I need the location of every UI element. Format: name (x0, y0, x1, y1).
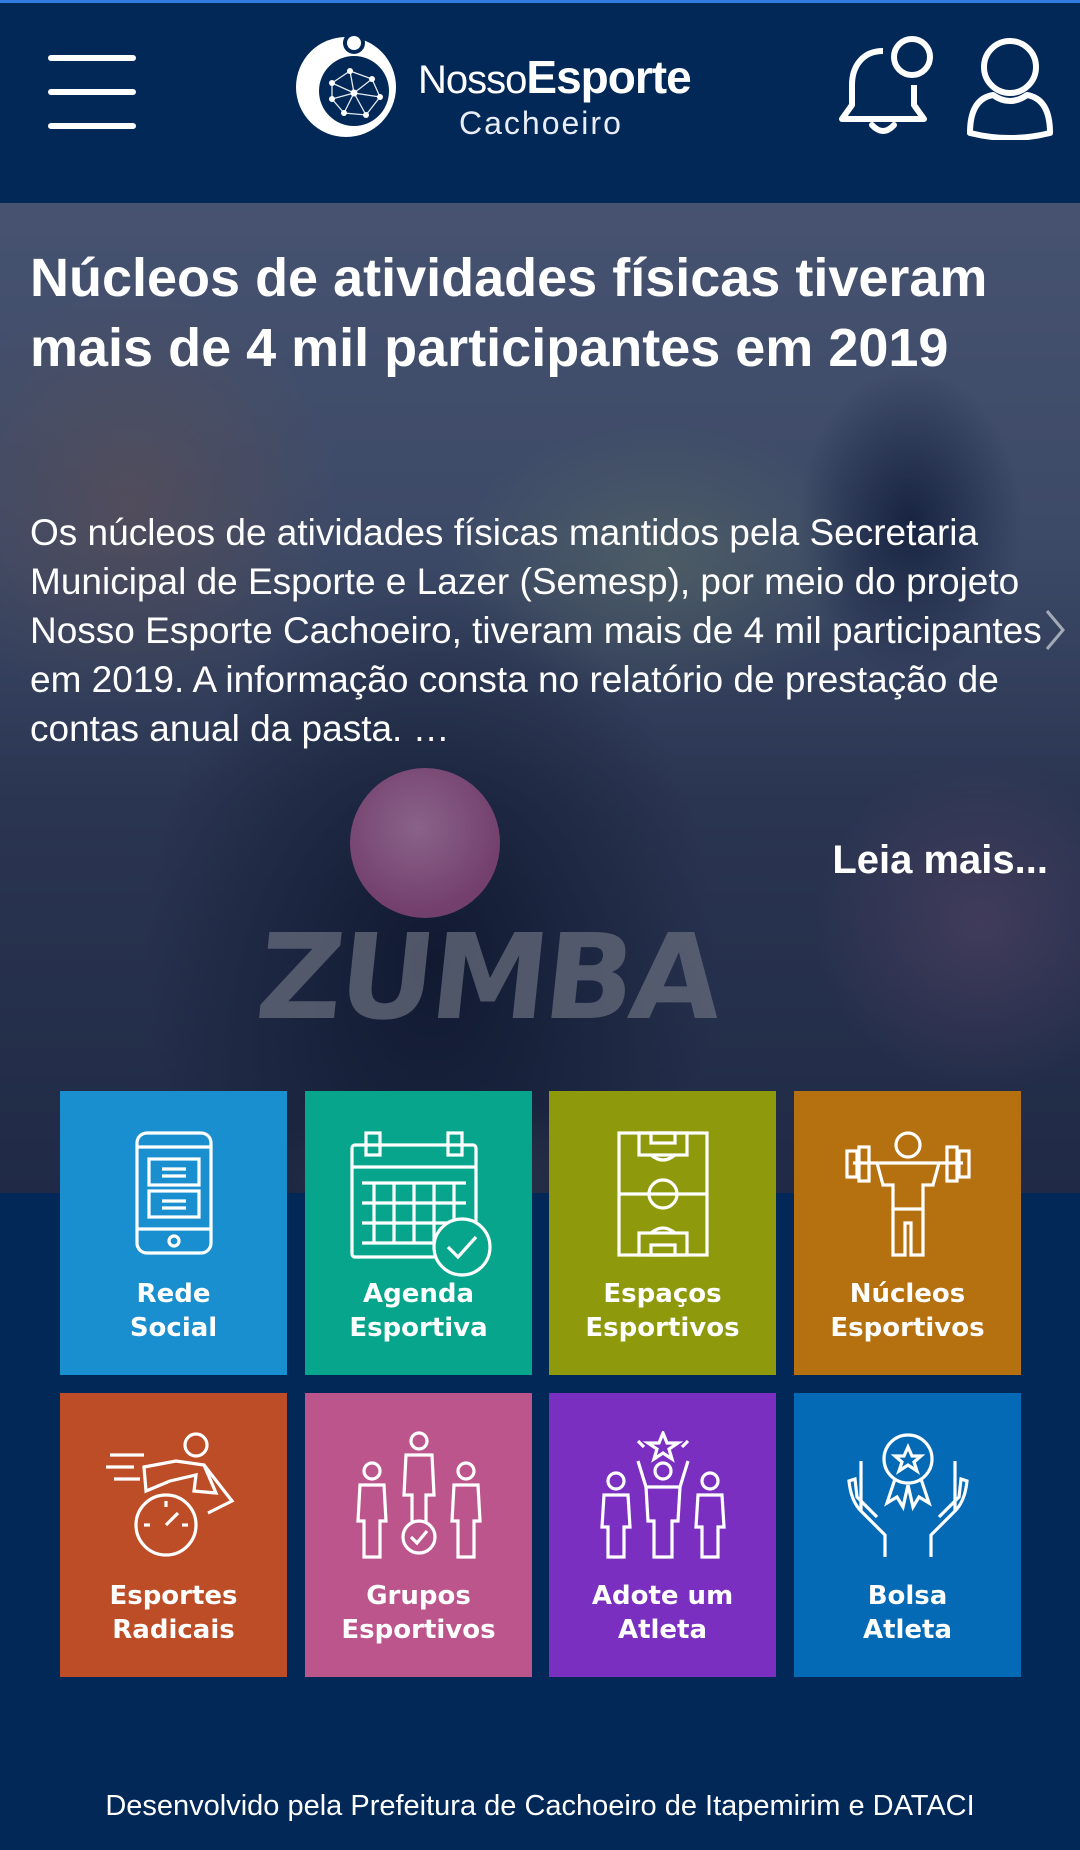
read-more-link[interactable]: Leia mais... (832, 838, 1048, 883)
tile-bolsa-atleta[interactable]: Bolsa Atleta (794, 1393, 1021, 1677)
tile-label: Grupos Esportivos (341, 1581, 496, 1645)
news-summary: Os núcleos de atividades físicas mantido… (30, 512, 1042, 749)
user-icon[interactable] (965, 35, 1055, 140)
footer-credits: Desenvolvido pela Prefeitura de Cachoeir… (105, 1790, 975, 1822)
news-title: Núcleos de atividades físicas tiveram ma… (30, 248, 988, 378)
logo-globe-icon (296, 32, 396, 137)
tile-label: Agenda Esportiva (349, 1279, 488, 1343)
tile-label: Bolsa Atleta (862, 1581, 953, 1645)
logo-word-nosso: Nosso (418, 58, 527, 102)
tile-label: Rede Social (129, 1279, 218, 1343)
tile-grupos-esportivos[interactable]: Grupos Esportivos (305, 1393, 532, 1677)
bell-icon[interactable] (838, 33, 938, 138)
tile-label: Núcleos Esportivos (830, 1279, 985, 1343)
tile-label: Espaços Esportivos (585, 1279, 740, 1343)
app-logo[interactable]: NossoEsporte Cachoeiro (292, 31, 692, 146)
logo-wordmark: NossoEsporte Cachoeiro (418, 51, 692, 141)
tile-adote-um-atleta[interactable]: Adote um Atleta (549, 1393, 776, 1677)
news-carousel[interactable]: ZUMBA Núcleos de atividades físicas tive… (0, 203, 1080, 1193)
cheering-group-icon (599, 1431, 726, 1559)
group-check-icon (355, 1431, 482, 1559)
news-slide: Núcleos de atividades físicas tiveram ma… (0, 203, 1080, 1193)
app-header: NossoEsporte Cachoeiro (0, 3, 1080, 203)
logo-word-cachoeiro: Cachoeiro (459, 105, 623, 141)
hamburger-menu-icon[interactable] (45, 53, 140, 133)
tile-esportes-radicais[interactable]: Esportes Radicais (60, 1393, 287, 1677)
medal-hands-icon (846, 1433, 969, 1557)
tile-label: Esportes Radicais (109, 1581, 238, 1645)
speed-runner-icon (105, 1432, 234, 1557)
logo-word-esporte: Esporte (526, 51, 691, 103)
chevron-right-icon[interactable] (1044, 608, 1066, 652)
tile-label: Adote um Atleta (591, 1581, 734, 1645)
